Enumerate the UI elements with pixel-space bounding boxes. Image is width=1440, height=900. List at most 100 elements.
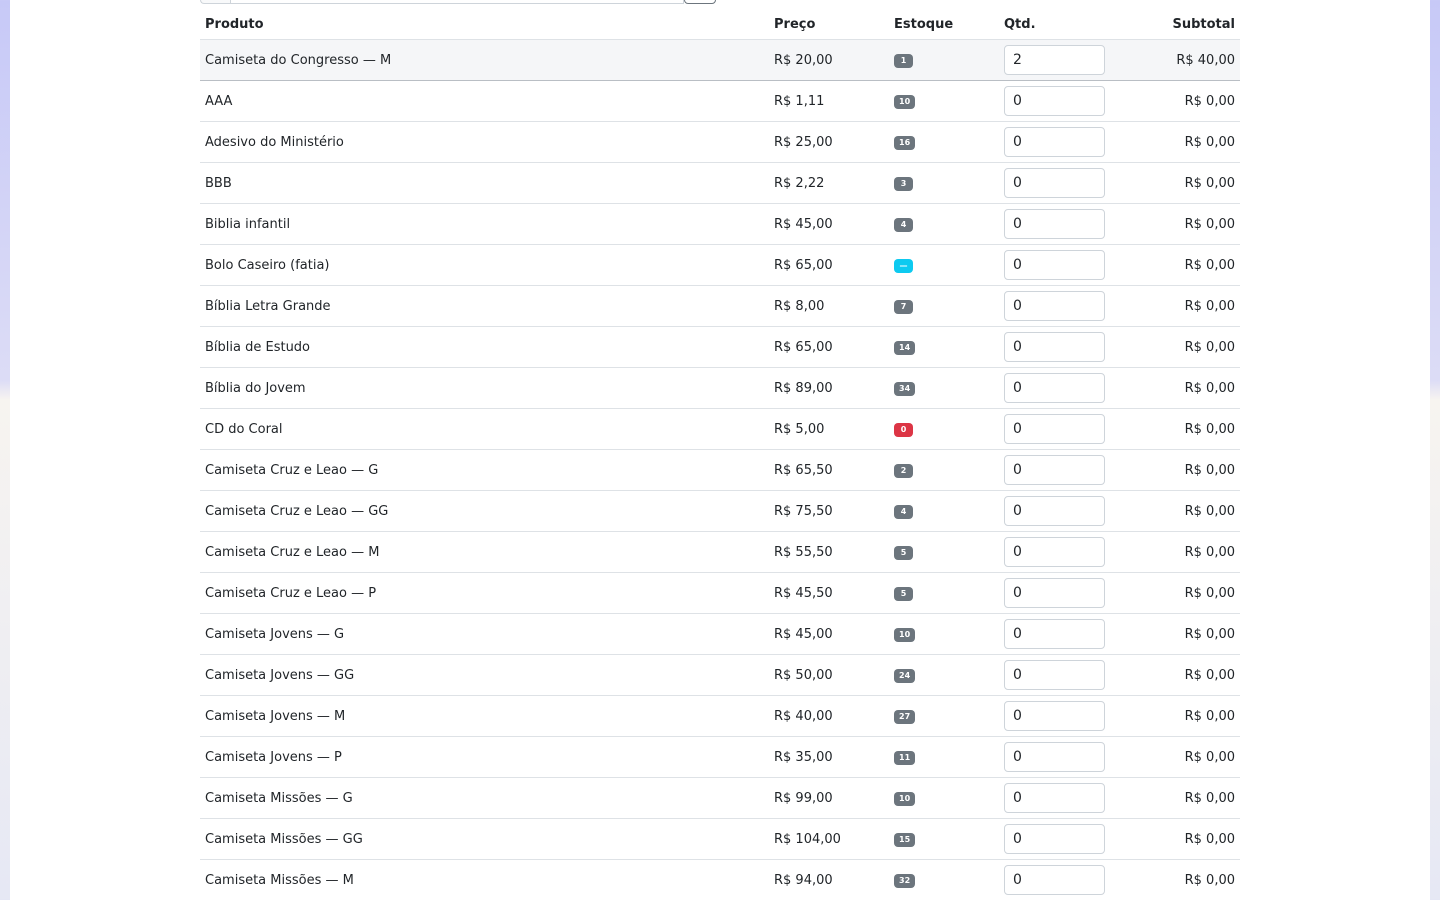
row-price: R$ 40,00 [774, 708, 833, 724]
quantity-input[interactable] [1004, 701, 1105, 731]
table-row: BBB R$ 2,22 3 R$ 0,00 [200, 163, 1240, 204]
row-product-name: Camiseta Jovens — M [205, 708, 346, 724]
row-subtotal: R$ 0,00 [1184, 872, 1235, 888]
row-stock-cell: 1 [889, 52, 999, 68]
stock-badge: 27 [894, 710, 916, 724]
quantity-input[interactable] [1004, 619, 1105, 649]
row-qty-cell [999, 250, 1119, 280]
row-qty-cell [999, 865, 1119, 895]
table-row: Camiseta Cruz e Leao — GG R$ 75,50 4 R$ 0,0… [200, 491, 1240, 532]
row-stock-cell: 2 [889, 462, 999, 478]
row-qty-cell [999, 45, 1119, 75]
table-header: Produto Preço Estoque Qtd. Subtotal [200, 10, 1240, 40]
stock-badge: 10 [894, 792, 916, 806]
row-product-name: Camiseta Jovens — G [205, 626, 345, 642]
row-product-name: Bíblia Letra Grande [205, 298, 331, 314]
row-price: R$ 65,00 [774, 257, 833, 273]
row-product-name: Camiseta Cruz e Leao — M [205, 544, 380, 560]
table-row: Camiseta Jovens — P R$ 35,00 11 R$ 0,00 [200, 737, 1240, 778]
stock-badge: 5 [894, 546, 913, 560]
stock-badge: 2 [894, 464, 913, 478]
row-price: R$ 45,50 [774, 585, 833, 601]
table-row: Camiseta Cruz e Leao — G R$ 65,50 2 R$ 0,00 [200, 450, 1240, 491]
quantity-input[interactable] [1004, 373, 1105, 403]
row-subtotal: R$ 0,00 [1184, 585, 1235, 601]
header-product: Produto [205, 17, 264, 32]
row-subtotal: R$ 0,00 [1184, 626, 1235, 642]
row-stock-cell: 14 [889, 339, 999, 355]
stock-badge: 11 [894, 751, 916, 765]
row-stock-cell: 15 [889, 831, 999, 847]
row-subtotal: R$ 0,00 [1184, 134, 1235, 150]
stock-badge: 34 [894, 382, 916, 396]
quantity-input[interactable] [1004, 127, 1105, 157]
search-button[interactable] [684, 0, 716, 4]
table-row: Biblia infantil R$ 45,00 4 R$ 0,00 [200, 204, 1240, 245]
quantity-input[interactable] [1004, 824, 1105, 854]
quantity-input[interactable] [1004, 865, 1105, 895]
quantity-input[interactable] [1004, 660, 1105, 690]
row-qty-cell [999, 496, 1119, 526]
quantity-input[interactable] [1004, 578, 1105, 608]
quantity-input[interactable] [1004, 414, 1105, 444]
row-subtotal: R$ 0,00 [1184, 421, 1235, 437]
stock-badge: 15 [894, 833, 916, 847]
table-row: Camiseta do Congresso — M R$ 20,00 1 R$ 40,… [200, 40, 1240, 81]
row-stock-cell: 5 [889, 544, 999, 560]
search-addon [200, 0, 231, 4]
search-input[interactable] [230, 0, 684, 4]
quantity-input[interactable] [1004, 45, 1105, 75]
row-product-name: Camiseta Jovens — P [205, 749, 342, 765]
quantity-input[interactable] [1004, 332, 1105, 362]
row-subtotal: R$ 0,00 [1184, 257, 1235, 273]
quantity-input[interactable] [1004, 496, 1105, 526]
quantity-input[interactable] [1004, 168, 1105, 198]
table-row: Adesivo do Ministério R$ 25,00 16 R$ 0,00 [200, 122, 1240, 163]
quantity-input[interactable] [1004, 742, 1105, 772]
row-stock-cell: — [889, 257, 999, 273]
row-subtotal: R$ 0,00 [1184, 462, 1235, 478]
table-row: Bíblia do Jovem R$ 89,00 34 R$ 0,00 [200, 368, 1240, 409]
row-qty-cell [999, 455, 1119, 485]
row-qty-cell [999, 168, 1119, 198]
quantity-input[interactable] [1004, 209, 1105, 239]
stock-badge: — [894, 259, 913, 273]
table-row: Camiseta Jovens — GG R$ 50,00 24 R$ 0,00 [200, 655, 1240, 696]
stock-badge: 3 [894, 177, 913, 191]
row-subtotal: R$ 0,00 [1184, 544, 1235, 560]
stock-badge: 5 [894, 587, 913, 601]
row-qty-cell [999, 414, 1119, 444]
row-qty-cell [999, 783, 1119, 813]
table-row: Bolo Caseiro (fatia) R$ 65,00 — R$ 0,00 [200, 245, 1240, 286]
row-stock-cell: 4 [889, 216, 999, 232]
row-subtotal: R$ 0,00 [1184, 93, 1235, 109]
quantity-input[interactable] [1004, 455, 1105, 485]
quantity-input[interactable] [1004, 250, 1105, 280]
row-qty-cell [999, 537, 1119, 567]
quantity-input[interactable] [1004, 86, 1105, 116]
row-subtotal: R$ 0,00 [1184, 175, 1235, 191]
row-subtotal: R$ 0,00 [1184, 298, 1235, 314]
row-price: R$ 65,50 [774, 462, 833, 478]
header-subtotal: Subtotal [1172, 17, 1235, 32]
row-product-name: Camiseta Missões — G [205, 790, 353, 806]
row-price: R$ 1,11 [774, 93, 825, 109]
row-qty-cell [999, 373, 1119, 403]
quantity-input[interactable] [1004, 291, 1105, 321]
stock-badge: 32 [894, 874, 916, 888]
row-price: R$ 65,00 [774, 339, 833, 355]
row-subtotal: R$ 0,00 [1184, 708, 1235, 724]
row-subtotal: R$ 0,00 [1184, 831, 1235, 847]
row-stock-cell: 3 [889, 175, 999, 191]
stock-badge: 7 [894, 300, 913, 314]
row-product-name: Camiseta Cruz e Leao — P [205, 585, 377, 601]
quantity-input[interactable] [1004, 537, 1105, 567]
search-group [200, 0, 716, 4]
quantity-input[interactable] [1004, 783, 1105, 813]
row-price: R$ 8,00 [774, 298, 825, 314]
row-product-name: Camiseta Cruz e Leao — GG [205, 503, 389, 519]
table-row: Bíblia de Estudo R$ 65,00 14 R$ 0,00 [200, 327, 1240, 368]
row-price: R$ 94,00 [774, 872, 833, 888]
row-stock-cell: 32 [889, 872, 999, 888]
row-qty-cell [999, 824, 1119, 854]
